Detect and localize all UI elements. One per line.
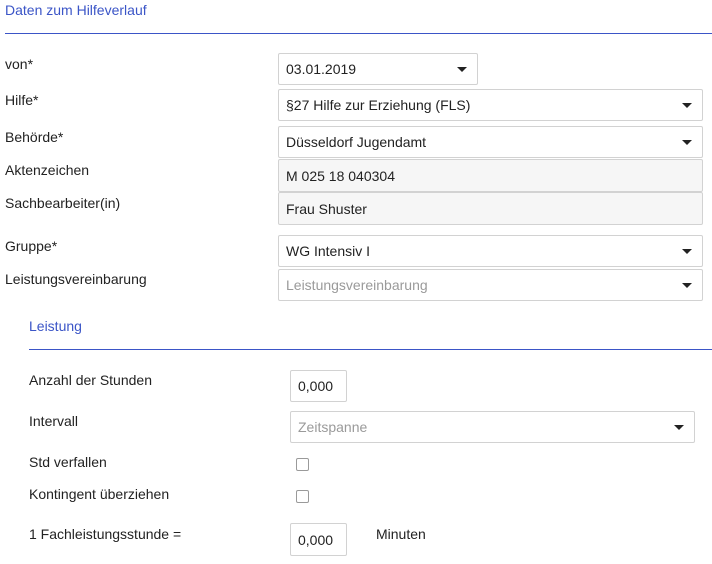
sachbearbeiter-value: Frau Shuster: [286, 200, 367, 217]
std-verfallen-label: Std verfallen: [29, 454, 107, 470]
chevron-down-icon: [682, 103, 692, 108]
von-date-select[interactable]: 03.01.2019: [278, 53, 478, 85]
anzahl-stunden-value: 0,000: [298, 378, 334, 394]
von-value: 03.01.2019: [286, 61, 357, 77]
kontingent-checkbox[interactable]: [296, 490, 309, 503]
fachleistungsstunde-label: 1 Fachleistungsstunde =: [29, 526, 182, 542]
gruppe-label: Gruppe*: [5, 238, 58, 254]
hilfe-select[interactable]: §27 Hilfe zur Erziehung (FLS): [278, 89, 703, 121]
section-title: Daten zum Hilfeverlauf: [5, 2, 147, 18]
von-label: von*: [5, 56, 34, 72]
anzahl-stunden-input[interactable]: 0,000: [290, 370, 347, 402]
anzahl-stunden-label: Anzahl der Stunden: [29, 372, 152, 388]
intervall-label: Intervall: [29, 413, 79, 429]
chevron-down-icon: [682, 283, 692, 288]
gruppe-select[interactable]: WG Intensiv I: [278, 235, 703, 267]
sachbearbeiter-field[interactable]: Frau Shuster: [278, 192, 703, 225]
std-verfallen-checkbox[interactable]: [296, 458, 309, 471]
behoerde-select[interactable]: Düsseldorf Jugendamt: [278, 126, 703, 158]
gruppe-value: WG Intensiv I: [286, 243, 371, 259]
hilfe-label: Hilfe*: [5, 92, 39, 108]
chevron-down-icon: [682, 140, 692, 145]
fachleistungsstunde-value: 0,000: [298, 531, 334, 548]
chevron-down-icon: [682, 249, 692, 254]
leistung-divider: [29, 349, 712, 350]
minuten-unit-label: Minuten: [376, 526, 426, 542]
aktenzeichen-label: Aktenzeichen: [5, 162, 90, 178]
leistungsvereinbarung-select[interactable]: Leistungsvereinbarung: [278, 269, 703, 301]
chevron-down-icon: [674, 425, 684, 430]
leistung-title: Leistung: [29, 318, 82, 334]
chevron-down-icon: [457, 67, 467, 72]
intervall-select[interactable]: Zeitspanne: [290, 411, 695, 443]
behoerde-value: Düsseldorf Jugendamt: [286, 134, 427, 150]
sachbearbeiter-label: Sachbearbeiter(in): [5, 195, 121, 211]
leistungsvereinbarung-label: Leistungsvereinbarung: [5, 271, 147, 287]
intervall-placeholder: Zeitspanne: [298, 419, 368, 435]
hilfe-value: §27 Hilfe zur Erziehung (FLS): [286, 97, 471, 113]
aktenzeichen-value: M 025 18 040304: [286, 167, 395, 184]
kontingent-label: Kontingent überziehen: [29, 486, 170, 502]
leistungsvereinbarung-placeholder: Leistungsvereinbarung: [286, 277, 428, 293]
fachleistungsstunde-input[interactable]: 0,000: [290, 523, 347, 556]
aktenzeichen-field[interactable]: M 025 18 040304: [278, 159, 703, 192]
behoerde-label: Behörde*: [5, 129, 64, 145]
section-divider: [5, 33, 712, 34]
